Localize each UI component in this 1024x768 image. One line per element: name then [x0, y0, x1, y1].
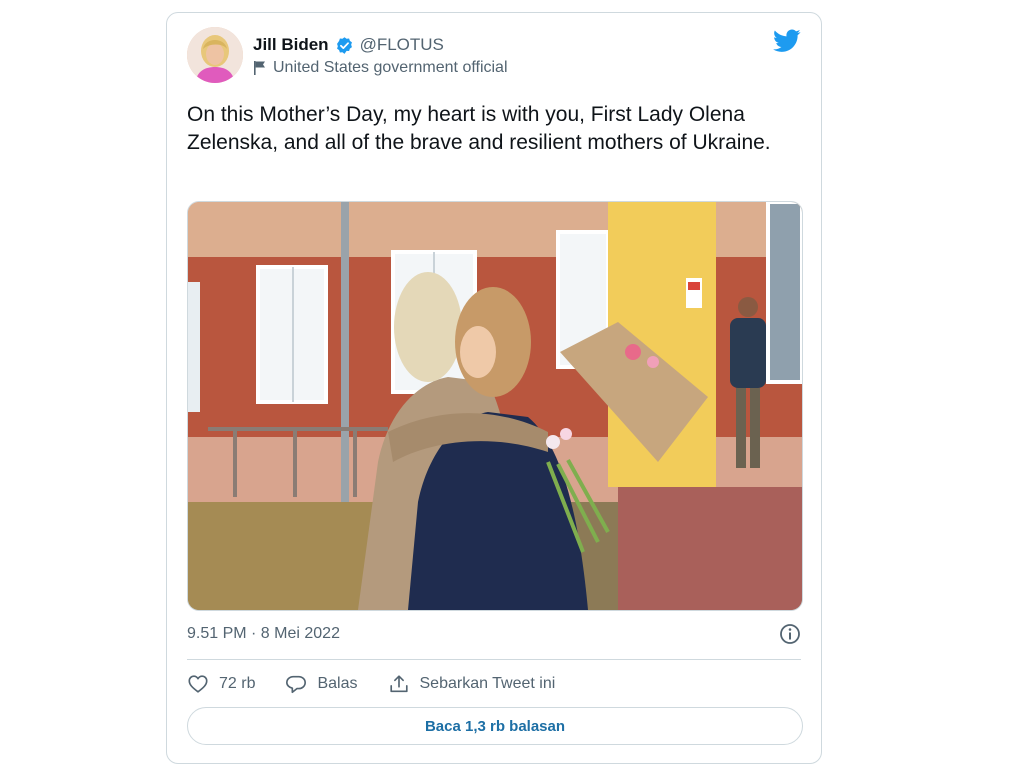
like-count: 72 rb: [219, 675, 256, 692]
share-icon: [388, 673, 410, 695]
divider: [187, 659, 801, 660]
reply-bubble-icon: [285, 673, 307, 695]
author-handle[interactable]: @FLOTUS: [360, 35, 444, 55]
tweet-timestamp[interactable]: 9.51 PM · 8 Mei 2022: [187, 625, 340, 643]
share-label: Sebarkan Tweet ini: [419, 675, 556, 692]
author-name-row: Jill Biden @FLOTUS: [253, 35, 444, 55]
tweet-actions: 72 rb Balas Sebarkan Tweet ini: [187, 673, 555, 695]
read-replies-button[interactable]: Baca 1,3 rb balasan: [187, 707, 803, 745]
share-button[interactable]: Sebarkan Tweet ini: [388, 673, 556, 695]
author-name[interactable]: Jill Biden: [253, 35, 329, 55]
reply-button[interactable]: Balas: [285, 673, 358, 695]
tweet-photo[interactable]: [187, 201, 803, 611]
like-button[interactable]: 72 rb: [187, 673, 255, 695]
government-flag-icon: [253, 60, 267, 76]
twitter-bird-icon[interactable]: [773, 29, 801, 53]
tweet-text: On this Mother’s Day, my heart is with y…: [187, 103, 771, 154]
reply-label: Balas: [317, 675, 358, 692]
tweet-card: Jill Biden @FLOTUS United States governm…: [166, 12, 822, 764]
heart-icon: [187, 673, 209, 695]
affiliation-label: United States government official: [273, 59, 508, 76]
author-avatar[interactable]: [187, 27, 243, 83]
author-affiliation: United States government official: [253, 59, 508, 77]
verified-badge-icon: [335, 36, 354, 55]
info-icon[interactable]: [779, 623, 801, 645]
